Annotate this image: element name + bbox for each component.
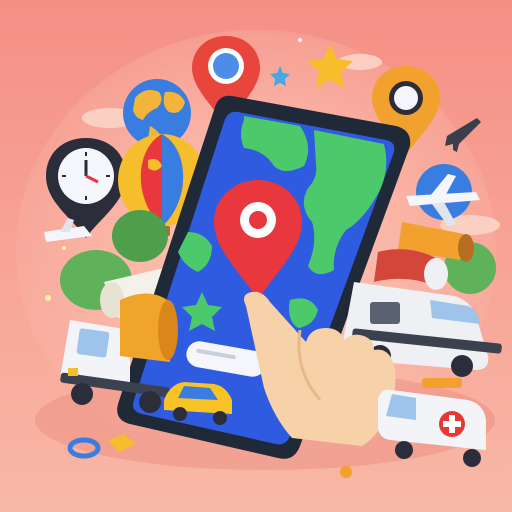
illustration-scene bbox=[0, 0, 512, 512]
illustration-canvas bbox=[0, 0, 512, 512]
